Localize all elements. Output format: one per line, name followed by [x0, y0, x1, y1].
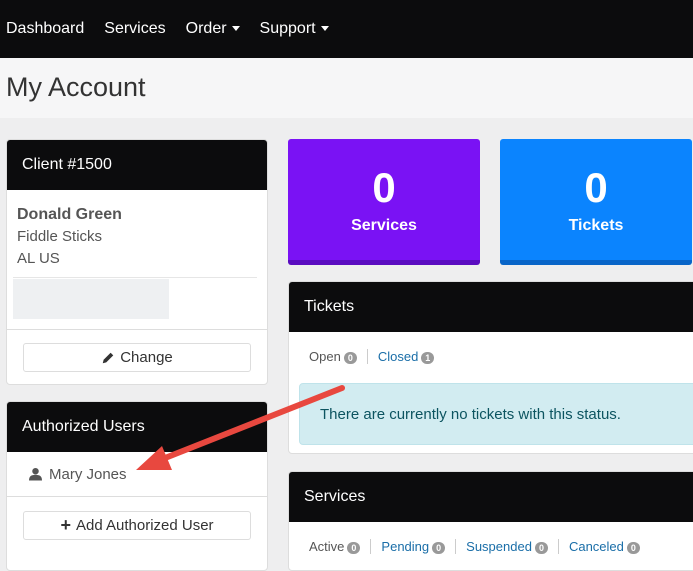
annotation-arrow-icon [136, 385, 345, 470]
